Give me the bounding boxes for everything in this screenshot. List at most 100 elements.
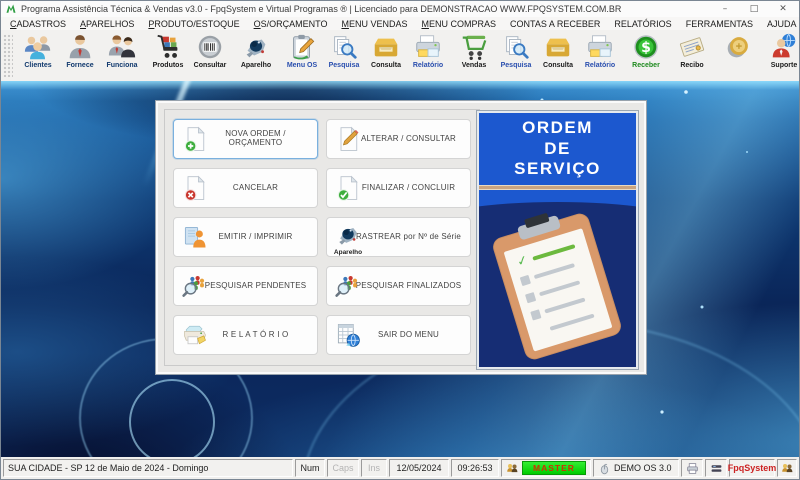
status-user-level: MASTER: [501, 459, 591, 477]
check-page-icon: [334, 174, 362, 202]
menu-button-alterar-consultar[interactable]: ALTERAR / CONSULTAR: [326, 119, 471, 159]
status-brand: FpqSystem: [727, 459, 777, 477]
user-level-badge: MASTER: [522, 461, 586, 475]
menu-button-finalizar-concluir[interactable]: FINALIZAR / CONCLUIR: [326, 168, 471, 208]
poster-title-line: DE: [544, 138, 571, 158]
menu-button-pesquisar-pendentes[interactable]: PESQUISAR PENDENTES: [173, 266, 318, 306]
titlebar: Programa Assistência Técnica & Vendas v3…: [1, 1, 799, 17]
toolbar-button-consulta-os[interactable]: Consulta: [365, 30, 407, 81]
menu-button-label: R E L A T Ó R I O: [222, 329, 289, 339]
people-badge-icon: [506, 462, 519, 475]
toolbar-button-produtos[interactable]: Produtos: [147, 30, 189, 81]
supplier-person-icon: [65, 32, 95, 62]
menu-button-sair-do-menu[interactable]: SAIR DO MENU: [326, 315, 471, 355]
maximize-button[interactable]: □: [748, 4, 760, 14]
toolbar-button-consulta-vendas[interactable]: Consulta: [537, 30, 579, 81]
menu-relatorios[interactable]: RELATÓRIOS: [607, 19, 678, 29]
toolbar-label: Consulta: [371, 62, 401, 69]
menu-contas-a-receber[interactable]: CONTAS A RECEBER: [503, 19, 607, 29]
toolbar-label: Receber: [632, 62, 660, 69]
menu-button-relatorio[interactable]: R E L A T Ó R I O: [173, 315, 318, 355]
clients-group-icon: [23, 32, 53, 62]
toolbar-label: Fornece: [66, 62, 94, 69]
checkbox-icon: [524, 291, 537, 303]
barcode-icon: [195, 32, 225, 62]
checklist-line: [544, 297, 586, 314]
menu-produto-estoque[interactable]: PRODUTO/ESTOQUE: [141, 19, 246, 29]
menu-aparelhos[interactable]: APARELHOS: [73, 19, 141, 29]
menu-button-emitir-imprimir[interactable]: EMITIR / IMPRIMIR: [173, 217, 318, 257]
device-icon: [241, 32, 271, 62]
app-window: Programa Assistência Técnica & Vendas v3…: [0, 0, 800, 480]
person-document-icon: [181, 223, 209, 251]
brand-text: FpqSystem: [727, 463, 777, 473]
toolbar-label: Consulta: [543, 62, 573, 69]
toolbar-label: Produtos: [152, 62, 184, 69]
svg-text:$: $: [641, 40, 651, 56]
service-order-menu-panel: NOVA ORDEM / ORÇAMENTO ALTERAR / CONSULT…: [155, 100, 647, 375]
mouse-icon: [598, 462, 611, 475]
toolbar-button-suporte[interactable]: Suporte: [763, 30, 799, 81]
people-badge-icon: [781, 462, 794, 475]
toolbar: Clientes Fornece Funciona Produtos Consu…: [1, 30, 799, 82]
toolbar-button-relatorio-os[interactable]: Relatório: [407, 30, 449, 81]
menu-vendas[interactable]: MENU VENDAS: [334, 19, 414, 29]
num-lock-label: Num: [300, 463, 320, 473]
status-caps-lock: Caps: [327, 459, 359, 477]
menu-cadastros[interactable]: CADASTROS: [3, 19, 73, 29]
toolbar-label: Funciona: [106, 62, 138, 69]
minimize-button[interactable]: –: [719, 4, 731, 14]
status-version: DEMO OS 3.0: [593, 459, 679, 477]
toolbar-button-vendas[interactable]: Vendas: [453, 30, 495, 81]
status-num-lock: Num: [295, 459, 325, 477]
toolbar-button-consultar[interactable]: Consultar: [189, 30, 231, 81]
menu-ferramentas[interactable]: FERRAMENTAS: [679, 19, 760, 29]
toolbar-button-aparelho[interactable]: Aparelho: [235, 30, 277, 81]
toolbar-button-pesquisa-os[interactable]: Pesquisa: [323, 30, 365, 81]
wallpaper-ring: [129, 379, 215, 457]
search-people-icon: [181, 272, 209, 300]
toolbar-label: Aparelho: [240, 62, 272, 69]
search-docs-icon: [501, 32, 531, 62]
window-controls: – □ ✕: [719, 4, 795, 14]
new-order-page-icon: [181, 125, 209, 153]
menu-button-cancelar[interactable]: CANCELAR: [173, 168, 318, 208]
toolbar-button-menu-os[interactable]: Menu OS: [281, 30, 323, 81]
toolbar-button-clientes[interactable]: Clientes: [17, 30, 59, 81]
menu-compras[interactable]: MENU COMPRAS: [414, 19, 503, 29]
receipt-icon: [677, 32, 707, 62]
stack-icon: [710, 462, 723, 475]
toolbar-button-moedas[interactable]: [717, 30, 759, 81]
menu-button-rastrear-serie[interactable]: Aparelho RASTREAR por Nº de Série: [326, 217, 471, 257]
toolbar-button-pesquisa-vendas[interactable]: Pesquisa: [495, 30, 537, 81]
close-button[interactable]: ✕: [777, 4, 789, 14]
status-location: SUA CIDADE - SP 12 de Maio de 2024 - Dom…: [3, 459, 293, 477]
desktop-wallpaper: NOVA ORDEM / ORÇAMENTO ALTERAR / CONSULT…: [1, 81, 799, 457]
toolbar-button-receber[interactable]: $ Receber: [625, 30, 667, 81]
dollar-coin-icon: $: [631, 32, 661, 62]
checklist-line: [549, 313, 595, 331]
service-order-poster: ORDEM DE SERVIÇO ✓: [476, 110, 639, 370]
service-order-buttons: NOVA ORDEM / ORÇAMENTO ALTERAR / CONSULT…: [164, 109, 480, 366]
date-text: 12/05/2024: [396, 463, 442, 473]
wallpaper-sparkles: [1, 81, 3, 83]
menu-button-pesquisar-finalizados[interactable]: PESQUISAR FINALIZADOS: [326, 266, 471, 306]
menu-button-nova-ordem[interactable]: NOVA ORDEM / ORÇAMENTO: [173, 119, 318, 159]
window-title: Programa Assistência Técnica & Vendas v3…: [21, 4, 622, 14]
menu-ajuda[interactable]: AJUDA: [760, 19, 799, 29]
sheet-globe-icon: [334, 321, 362, 349]
insert-label: Ins: [367, 463, 380, 473]
search-docs-icon: [329, 32, 359, 62]
checkbox-icon: [519, 274, 531, 286]
toolbar-button-fornece[interactable]: Fornece: [59, 30, 101, 81]
toolbar-button-relatorio-vendas[interactable]: Relatório: [579, 30, 621, 81]
menu-os-orcamento[interactable]: OS/ORÇAMENTO: [247, 19, 335, 29]
archive-drawer-icon: [543, 32, 573, 62]
coin-icon: [723, 32, 753, 62]
toolbar-button-recibo[interactable]: Recibo: [671, 30, 713, 81]
status-location-text: SUA CIDADE - SP 12 de Maio de 2024 - Dom…: [8, 463, 209, 473]
version-text: DEMO OS 3.0: [614, 463, 672, 473]
toolbar-button-funciona[interactable]: Funciona: [101, 30, 143, 81]
status-insert: Ins: [361, 459, 387, 477]
checkmark-icon: ✓: [515, 252, 531, 271]
